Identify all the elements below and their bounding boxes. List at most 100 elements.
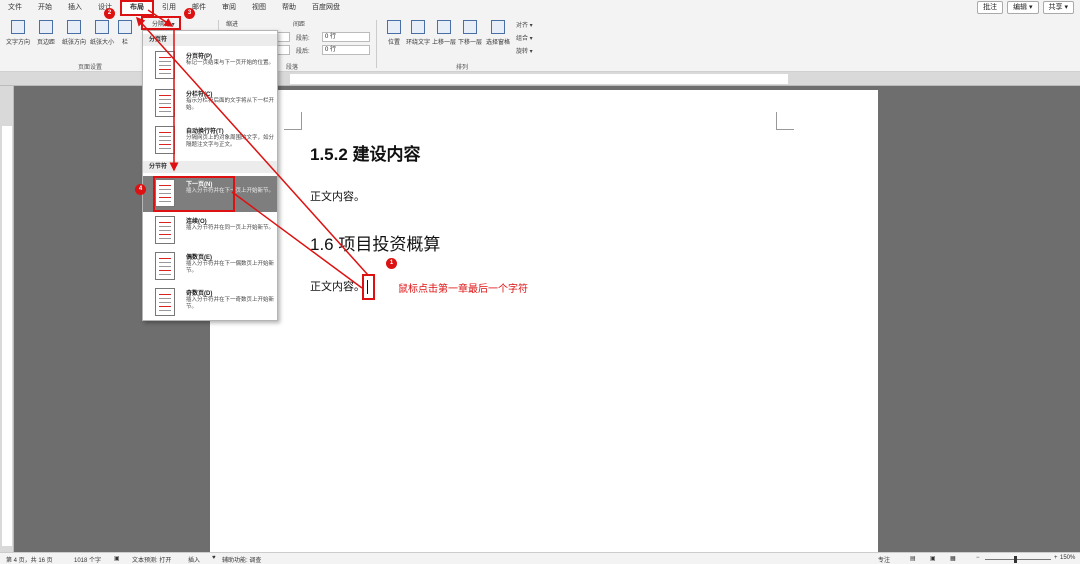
insert-mode[interactable]: 插入 [188,555,200,564]
wrap-text-button[interactable]: 环绕文字 [404,18,432,62]
zoom-slider[interactable] [985,559,1051,560]
proofing-icon[interactable]: ▣ [114,555,120,562]
zoom-in-icon[interactable]: + [1054,555,1058,561]
accessibility-status[interactable]: 辅助功能: 调查 [222,555,261,564]
tab-help[interactable]: 帮助 [274,0,304,16]
position-icon [387,20,401,34]
status-bar: 第 4 页，共 16 页 1018 个字 ▣ 文本预测: 打开 插入 ♥ 辅助功… [0,552,1080,564]
continuous-icon [155,216,175,244]
zoom-out-icon[interactable]: − [976,555,980,561]
menu-item-title: 偶数页(E) [186,255,212,261]
comments-button[interactable]: 批注 [977,1,1004,14]
document-page[interactable]: 1.5.2 建设内容 正文内容。 1.6 项目投资概算 正文内容。 鼠标点击第一… [210,90,878,554]
menu-item-description: 插入分节符并在下一奇数页上开始新节。 [186,297,275,310]
zoom-slider-thumb[interactable] [1014,556,1017,563]
page-break-icon [155,51,175,79]
paper-size-button[interactable]: 纸张大小 [88,18,116,62]
menu-item-title: 连续(O) [186,219,207,225]
tab-insert[interactable]: 插入 [60,0,90,16]
tab-layout[interactable]: 布局 [120,0,154,16]
body-paragraph-2[interactable]: 正文内容。 [310,278,365,294]
body-paragraph-1[interactable]: 正文内容。 [310,188,365,204]
group-button[interactable]: 组合 ▾ [516,33,533,42]
page-count[interactable]: 第 4 页，共 16 页 [6,555,53,564]
tab-view[interactable]: 视图 [244,0,274,16]
web-layout-icon[interactable]: ▦ [950,555,956,562]
bring-forward-button[interactable]: 上移一层 [430,18,458,62]
editing-button[interactable]: 编辑 ▾ [1007,1,1039,14]
text-direction-button[interactable]: 文字方向 [4,18,32,62]
share-button[interactable]: 共享 ▾ [1042,1,1074,14]
text-cursor [367,280,368,294]
menu-item-title: 自动换行符(T) [186,129,224,135]
page-setup-group-label: 页面设置 [78,65,103,71]
text-direction-icon [11,20,25,34]
menu-item-title: 分栏符(C) [186,92,213,98]
heading-1-6[interactable]: 1.6 项目投资概算 [310,230,440,255]
selection-pane-button[interactable]: 选择窗格 [484,18,512,62]
menu-bar: 文件 开始 插入 设计 布局 引用 邮件 审阅 视图 帮助 百度网盘 批注 编辑… [0,0,1080,16]
odd-page-section-break-item[interactable]: 奇数页(D) 插入分节符并在下一奇数页上开始新节。 [143,285,277,321]
step-marker-3: 3 [184,8,195,19]
text-wrapping-break-icon [155,126,175,154]
tab-review[interactable]: 审阅 [214,0,244,16]
even-page-icon [155,252,175,280]
margin-corner-mark [776,112,794,130]
menu-item-title: 奇数页(D) [186,291,213,297]
tab-home[interactable]: 开始 [30,0,60,16]
ruler-text-area [290,74,788,84]
text-wrapping-break-item[interactable]: 自动换行符(T) 分隔网页上的对象周围的文字，如分隔题注文字与正文。 [143,123,277,159]
tab-references[interactable]: 引用 [154,0,184,16]
spacing-header: 间距 [293,22,306,28]
breaks-callout-box [141,16,181,30]
zoom-level[interactable]: 150% [1060,555,1075,561]
cursor-callout-box [362,274,375,300]
bring-forward-icon [437,20,451,34]
column-break-icon [155,89,175,117]
columns-button[interactable]: 栏 [116,18,134,62]
focus-mode[interactable]: 专注 [878,555,890,564]
breaks-dropdown: 分页符 分页符(P) 标记一页结束与下一页开始的位置。 分栏符(C) 指示分栏符… [142,30,278,321]
read-mode-icon[interactable]: ▤ [910,555,916,562]
margins-icon [39,20,53,34]
text-prediction-status[interactable]: 文本预测: 打开 [132,555,171,564]
tab-file[interactable]: 文件 [0,0,30,16]
step-marker-4: 4 [135,184,146,195]
ribbon-separator [376,20,377,68]
word-count[interactable]: 1018 个字 [74,555,101,564]
next-page-callout-box [153,176,235,212]
step-marker-2: 2 [104,8,115,19]
odd-page-icon [155,288,175,316]
margins-button[interactable]: 页边距 [32,18,60,62]
tab-baidu-netdisk[interactable]: 百度网盘 [304,0,348,16]
margin-corner-mark [284,112,302,130]
spacing-after-field[interactable]: 0 行 [322,45,370,55]
columns-icon [118,20,132,34]
align-button[interactable]: 对齐 ▾ [516,20,533,29]
vertical-ruler[interactable] [0,86,14,552]
menu-item-description: 插入分节符并在同一页上开始新节。 [186,225,275,231]
heading-1-5-2[interactable]: 1.5.2 建设内容 [310,140,421,165]
selection-pane-icon [491,20,505,34]
column-break-item[interactable]: 分栏符(C) 指示分栏符后面的文字将从下一栏开始。 [143,86,277,122]
send-backward-button[interactable]: 下移一层 [456,18,484,62]
section-breaks-section-header: 分节符 [143,161,277,173]
continuous-section-break-item[interactable]: 连续(O) 插入分节符并在同一页上开始新节。 [143,213,277,249]
spacing-before-field[interactable]: 0 行 [322,32,370,42]
menu-item-description: 标记一页结束与下一页开始的位置。 [186,60,275,66]
page-breaks-section-header: 分页符 [143,34,277,46]
menu-item-description: 分隔网页上的对象周围的文字，如分隔题注文字与正文。 [186,135,275,148]
wrap-text-icon [411,20,425,34]
even-page-section-break-item[interactable]: 偶数页(E) 插入分节符并在下一偶数页上开始新节。 [143,249,277,285]
page-break-item[interactable]: 分页符(P) 标记一页结束与下一页开始的位置。 [143,48,277,84]
menu-item-title: 分页符(P) [186,54,212,60]
step-marker-1: 1 [386,258,397,269]
orientation-button[interactable]: 纸张方向 [60,18,88,62]
accessibility-icon: ♥ [212,555,216,561]
ruler-text-area [2,126,12,546]
menu-item-description: 插入分节符并在下一偶数页上开始新节。 [186,261,275,274]
orientation-icon [67,20,81,34]
menu-item-description: 指示分栏符后面的文字将从下一栏开始。 [186,98,275,111]
print-layout-icon[interactable]: ▣ [930,555,936,562]
rotate-button[interactable]: 旋转 ▾ [516,46,533,55]
